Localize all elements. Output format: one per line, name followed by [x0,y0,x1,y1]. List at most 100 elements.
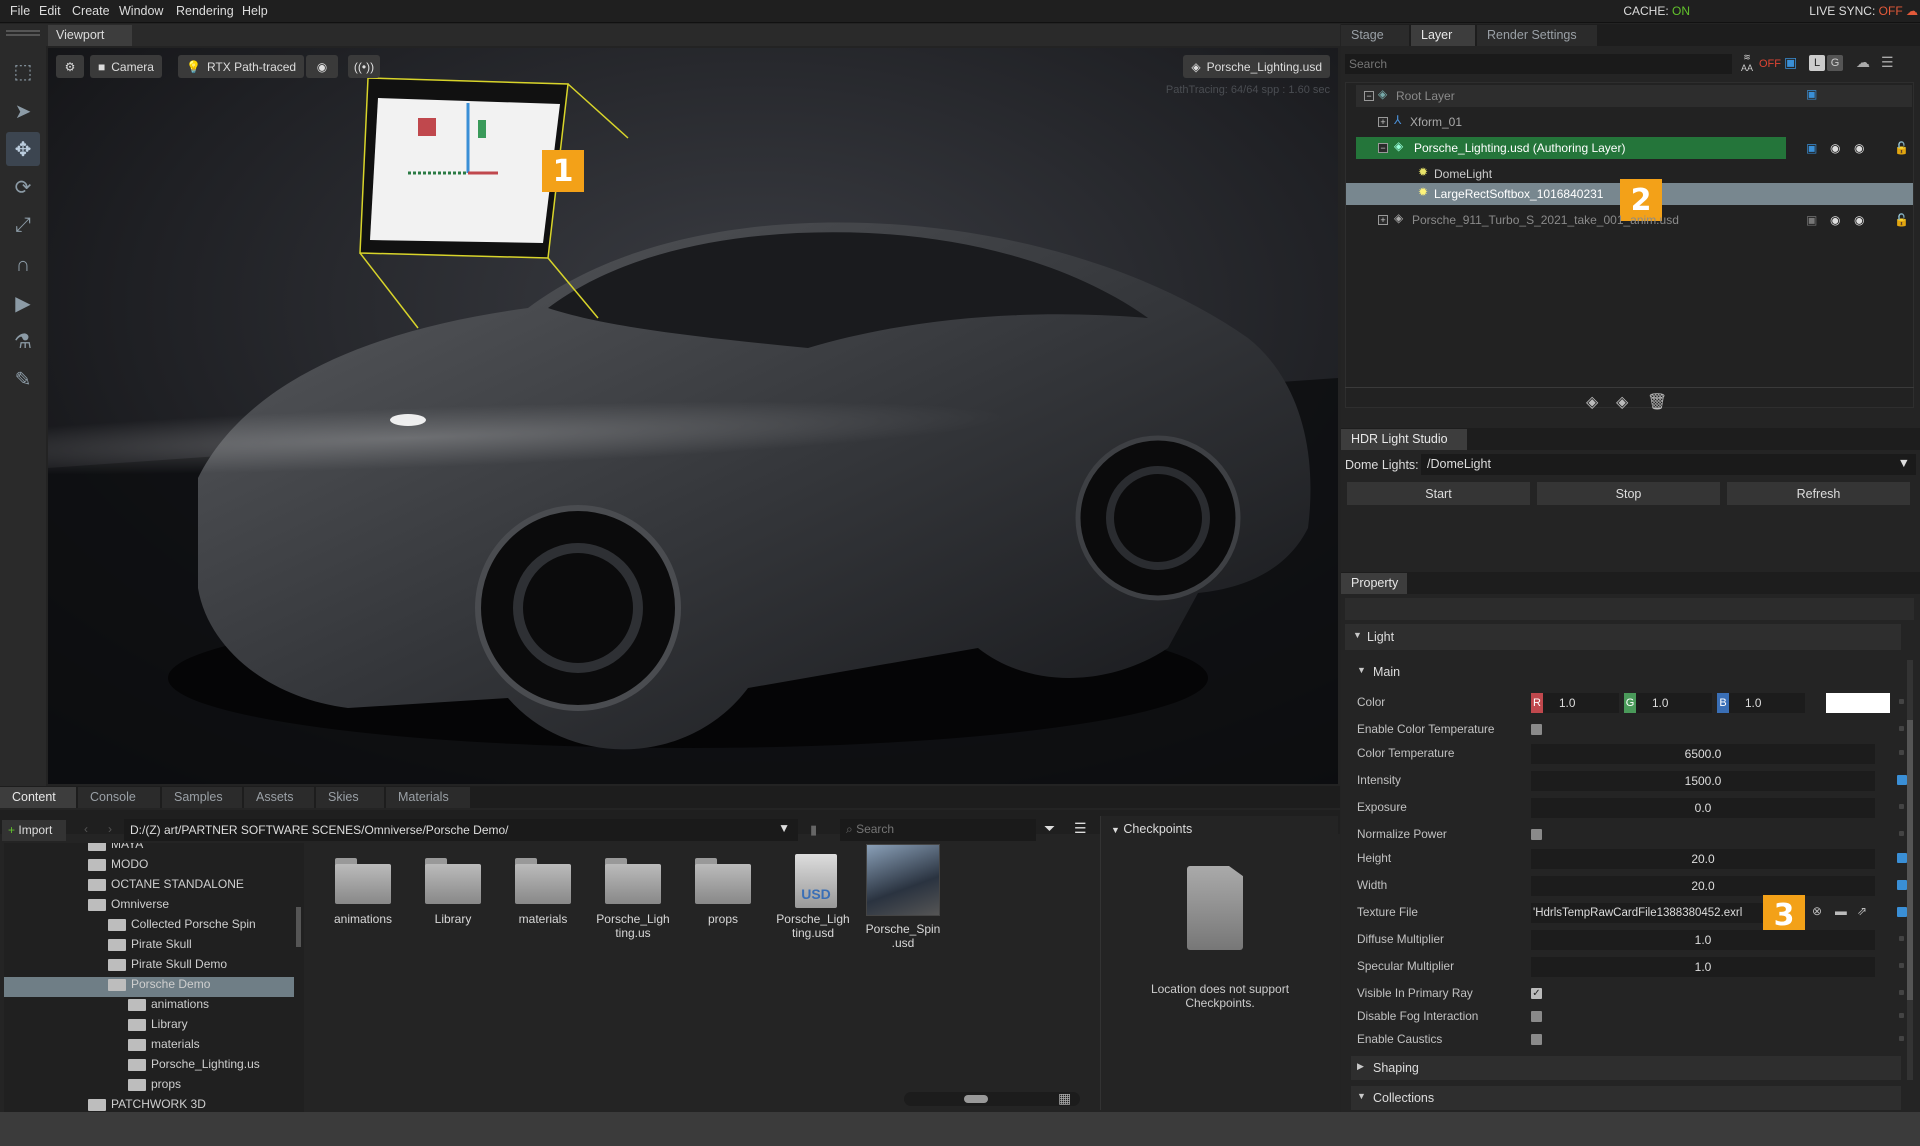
color-temp-field[interactable]: 6500.0 [1531,744,1875,764]
section-collections[interactable]: ▼ Collections [1351,1086,1901,1110]
open-external-icon[interactable]: ⇗ [1857,904,1867,918]
move-tool-icon[interactable]: ✥ [6,132,40,166]
color-g-field[interactable]: G 1.0 [1624,693,1712,713]
expand-icon[interactable]: + [1378,117,1388,127]
menu-edit[interactable]: Edit [39,4,61,18]
start-button[interactable]: Start [1347,482,1530,505]
color-r-field[interactable]: R 1.0 [1531,693,1619,713]
tab-layer[interactable]: Layer [1411,25,1475,46]
bookmark-icon[interactable]: ▮ [810,822,817,838]
content-search-field[interactable]: ⌕ [840,819,1036,841]
physics-tool-icon[interactable]: ⚗ [6,324,40,358]
grid-scrollbar[interactable] [904,1092,1080,1106]
enable-caustics-checkbox[interactable] [1531,1034,1542,1045]
tree-row-anim-layer[interactable]: + ◈ Porsche_911_Turbo_S_2021_take_001_an… [1356,209,1912,231]
diffuse-field[interactable]: 1.0 [1531,930,1875,950]
modified-marker[interactable] [1897,853,1907,863]
normalize-power-checkbox[interactable] [1531,829,1542,840]
eye-icon[interactable]: ◉ [1830,141,1840,155]
tree-folder-pirate-skull[interactable]: Pirate Skull [108,937,192,957]
grid-folder-materials[interactable]: materials [500,854,586,926]
section-main[interactable]: ▼ Main [1351,662,1901,682]
color-swatch[interactable] [1826,693,1890,713]
tab-content[interactable]: Content [0,787,76,808]
insert-layer-icon[interactable]: ◈ [1616,392,1628,412]
height-field[interactable]: 20.0 [1531,849,1875,869]
cloud-icon[interactable]: ☁ [1856,54,1870,71]
tree-folder-lighting[interactable]: Porsche_Lighting.us [128,1057,260,1077]
lock-icon[interactable]: 🔓 [1894,213,1909,227]
stage-file-button[interactable]: ◈ Porsche_Lighting.usd [1183,55,1330,78]
scale-tool-icon[interactable]: ⤢ [6,208,40,242]
tree-folder-collected[interactable]: Collected Porsche Spin [108,917,256,937]
tree-row-authoring-layer[interactable]: − ◈ Porsche_Lighting.usd (Authoring Laye… [1356,137,1786,159]
live-sync-status[interactable]: LIVE SYNC: OFF ☁ [1809,4,1918,18]
tree-folder-animations[interactable]: animations [128,997,209,1017]
menu-file[interactable]: File [10,4,30,18]
grid-folder-animations[interactable]: animations [320,854,406,926]
specular-field[interactable]: 1.0 [1531,957,1875,977]
save-icon[interactable]: ▣ [1784,54,1797,71]
scrollbar-thumb[interactable] [964,1095,988,1103]
tree-folder-octane[interactable]: OCTANE STANDALONE [88,877,244,897]
width-field[interactable]: 20.0 [1531,876,1875,896]
layer-search-input[interactable] [1345,54,1732,74]
select-box-tool-icon[interactable]: ⬚ [6,54,40,88]
tab-skies[interactable]: Skies [316,787,384,808]
grid-file-lighting-usd[interactable]: USD Porsche_Ligh ting.usd [770,854,856,940]
grid-folder-lighting-us[interactable]: Porsche_Ligh ting.us [590,854,676,940]
tab-property[interactable]: Property [1341,573,1407,594]
delete-icon[interactable]: 🗑 [1647,392,1667,412]
tree-folder-library[interactable]: Library [128,1017,188,1037]
grid-folder-library[interactable]: Library [410,854,496,926]
rotate-tool-icon[interactable]: ⟳ [6,170,40,204]
filter-icon[interactable]: ⏷ [1044,820,1055,837]
tab-stage[interactable]: Stage [1341,25,1409,46]
eye-icon[interactable]: ◉ [1854,141,1864,155]
intensity-field[interactable]: 1500.0 [1531,771,1875,791]
menu-rendering[interactable]: Rendering [176,4,234,18]
tree-folder-props[interactable]: props [128,1077,181,1097]
add-layer-icon[interactable]: ◈ [1586,392,1598,412]
modified-marker[interactable] [1897,880,1907,890]
live-button[interactable]: ((•)) [348,55,380,78]
tab-assets[interactable]: Assets [244,787,314,808]
tree-scrollbar-thumb[interactable] [296,907,301,947]
dome-lights-select[interactable]: /DomeLight ▼ [1421,454,1916,475]
tab-samples[interactable]: Samples [162,787,242,808]
local-button[interactable]: L [1809,55,1825,71]
paint-tool-icon[interactable]: ✎ [6,362,40,396]
save-icon[interactable]: ▣ [1806,141,1817,155]
section-shaping[interactable]: ▶ Shaping [1351,1056,1901,1080]
save-icon[interactable]: ▣ [1806,213,1817,227]
tab-render-settings[interactable]: Render Settings [1477,25,1597,46]
refresh-button[interactable]: Refresh [1727,482,1910,505]
viewport[interactable]: ⚙ ■ Camera 💡 RTX Path-traced ◉ ((•)) ◈ Pors… [48,48,1338,784]
viewport-settings-button[interactable]: ⚙ [56,55,84,78]
eye-icon[interactable]: ◉ [1854,213,1864,227]
import-button[interactable]: + Import [2,820,66,841]
disable-fog-checkbox[interactable] [1531,1011,1542,1022]
texture-file-field[interactable]: 'HdrlsTempRawCardFile1388380452.exrl [1531,903,1767,923]
back-icon[interactable]: ‹ [84,822,88,836]
lock-icon[interactable]: 🔓 [1894,141,1909,155]
menu-window[interactable]: Window [119,4,163,18]
grid-folder-props[interactable]: props [680,854,766,926]
menu-create[interactable]: Create [72,4,110,18]
checkpoints-header[interactable]: ▼ Checkpoints [1111,822,1192,836]
visible-primary-ray-checkbox[interactable]: ✓ [1531,988,1542,999]
modified-marker[interactable] [1897,907,1907,917]
color-b-field[interactable]: B 1.0 [1717,693,1805,713]
eye-icon[interactable]: ◉ [1830,213,1840,227]
render-mode-button[interactable]: 💡 RTX Path-traced [178,55,305,78]
clear-icon[interactable]: ⊗ [1812,904,1822,918]
collapse-icon[interactable]: − [1378,143,1388,153]
play-tool-icon[interactable]: ▶ [6,286,40,320]
scrollbar-thumb[interactable] [1907,720,1913,1000]
tab-viewport[interactable]: Viewport [48,25,132,46]
tab-console[interactable]: Console [78,787,160,808]
global-button[interactable]: G [1827,55,1843,71]
stop-button[interactable]: Stop [1537,482,1720,505]
tree-row-xform[interactable]: + ⅄ Xform_01 [1356,111,1912,133]
tree-folder-omniverse[interactable]: Omniverse [88,897,169,917]
